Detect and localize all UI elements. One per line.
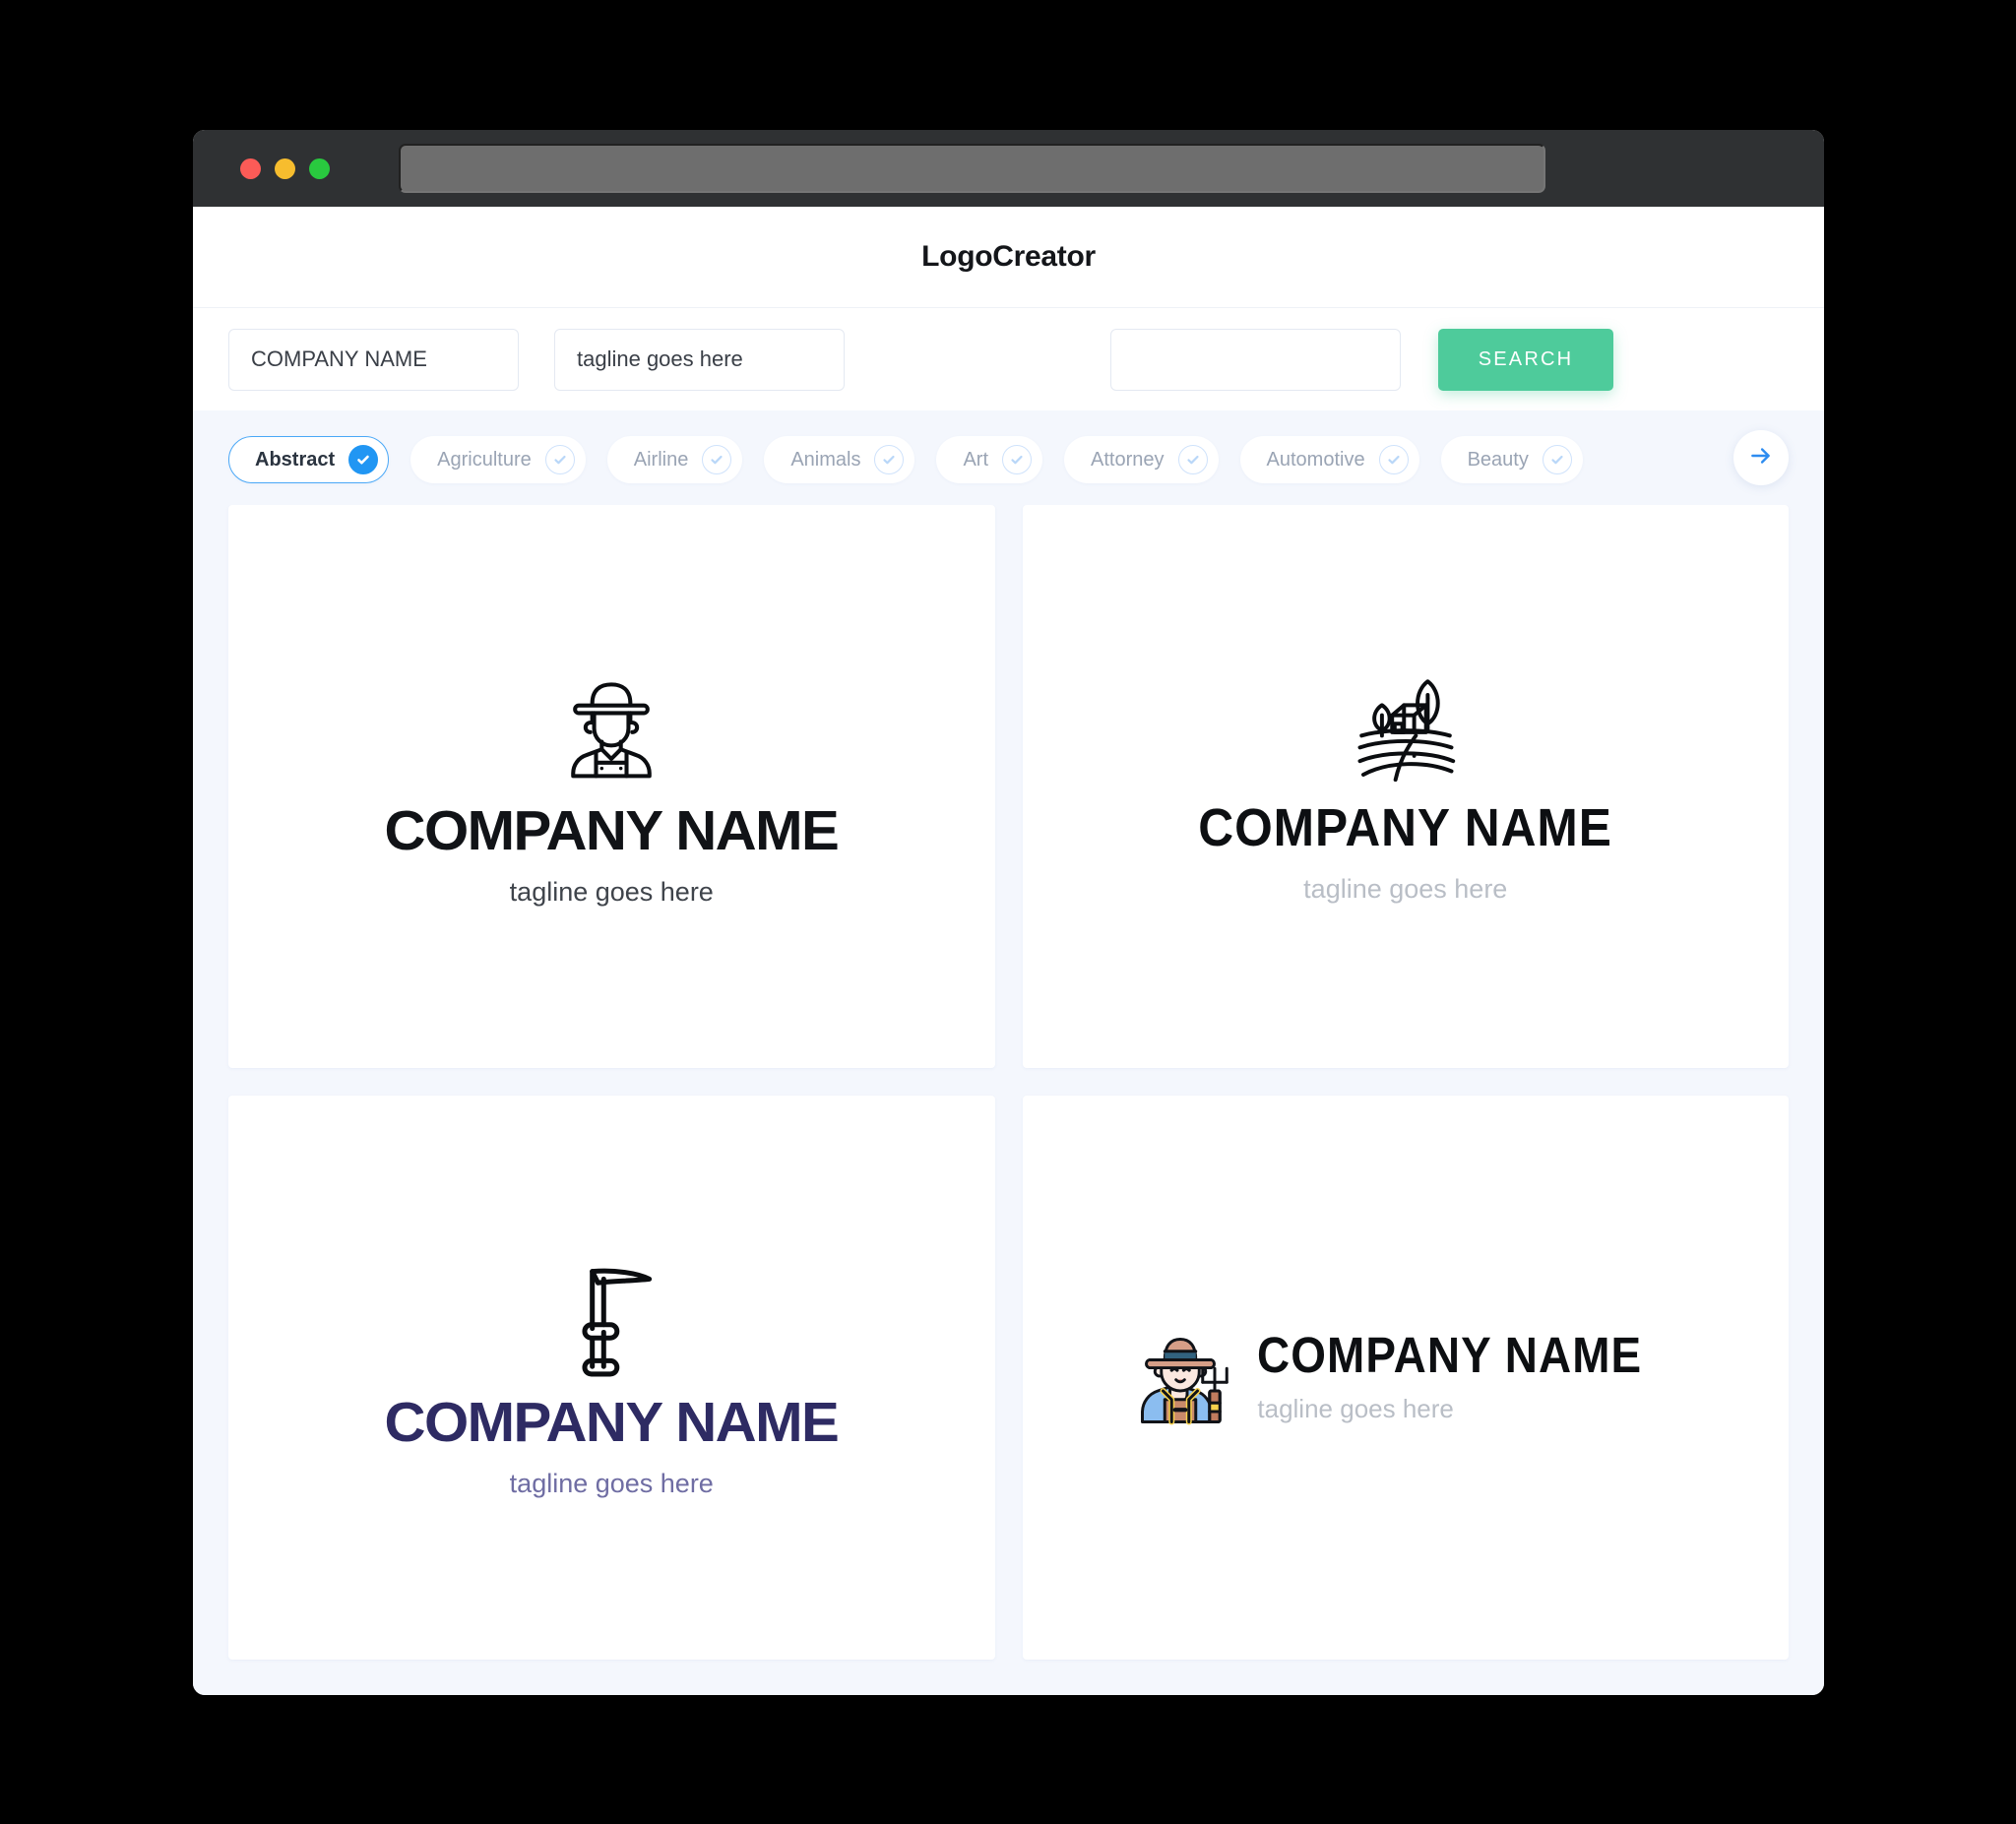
check-icon: [1542, 445, 1572, 474]
category-chip-label: Agriculture: [437, 448, 532, 471]
company-name-input[interactable]: [228, 328, 519, 391]
app-header: LogoCreator: [193, 207, 1824, 308]
arrow-right-icon: [1748, 443, 1774, 473]
check-icon: [1177, 445, 1208, 474]
logo-company-name: COMPANY NAME: [384, 798, 840, 862]
farmer-color-icon: [1125, 1322, 1235, 1432]
scythe-icon: [389, 1255, 834, 1379]
logo-preview: COMPANY NAME tagline goes here: [385, 1255, 840, 1499]
farm-landscape-icon: [1180, 667, 1630, 784]
minimize-window-button[interactable]: [275, 157, 295, 179]
check-icon: [874, 445, 905, 474]
screenshot-stage: LogoCreator SEARCH Abstract Agriculture: [0, 0, 2016, 1824]
category-chip-label: Art: [963, 448, 989, 471]
logo-card[interactable]: COMPANY NAME tagline goes here: [228, 1095, 995, 1660]
check-icon: [544, 445, 575, 474]
browser-titlebar: [193, 130, 1824, 207]
next-categories-button[interactable]: [1733, 430, 1789, 485]
logo-preview: COMPANY NAME tagline goes here: [1125, 1322, 1685, 1432]
check-icon: [702, 445, 732, 474]
logo-company-name: COMPANY NAME: [1198, 798, 1612, 858]
search-button[interactable]: SEARCH: [1438, 328, 1613, 391]
logo-tagline: tagline goes here: [1303, 874, 1508, 905]
search-bar: SEARCH: [193, 308, 1824, 410]
maximize-window-button[interactable]: [309, 157, 330, 179]
logo-company-name: COMPANY NAME: [1257, 1327, 1643, 1384]
category-chip-automotive[interactable]: Automotive: [1239, 436, 1419, 483]
category-chip-label: Beauty: [1467, 448, 1529, 471]
logo-card[interactable]: COMPANY NAME tagline goes here: [228, 505, 995, 1068]
category-chip-attorney[interactable]: Attorney: [1064, 436, 1219, 483]
check-icon: [1002, 445, 1033, 474]
category-filter-bar: Abstract Agriculture Airline Animals Art…: [193, 410, 1824, 505]
logo-text-block: COMPANY NAME tagline goes here: [1257, 1330, 1685, 1424]
keyword-input[interactable]: [1110, 328, 1401, 391]
category-chip-label: Abstract: [255, 448, 336, 471]
logo-preview: COMPANY NAME tagline goes here: [1180, 667, 1630, 905]
close-window-button[interactable]: [240, 157, 261, 179]
category-chip-beauty[interactable]: Beauty: [1440, 436, 1583, 483]
category-chip-label: Automotive: [1266, 448, 1365, 471]
logo-tagline: tagline goes here: [1257, 1394, 1454, 1424]
logo-tagline: tagline goes here: [509, 1469, 714, 1499]
farmer-outline-icon: [389, 665, 834, 787]
check-icon: [1378, 445, 1409, 474]
logo-card[interactable]: COMPANY NAME tagline goes here: [1022, 1095, 1789, 1660]
logo-company-name: COMPANY NAME: [384, 1391, 840, 1455]
traffic-lights: [240, 157, 330, 179]
category-chip-label: Attorney: [1091, 448, 1165, 471]
tagline-input[interactable]: [554, 328, 845, 391]
category-chip-art[interactable]: Art: [936, 436, 1043, 483]
category-chip-abstract[interactable]: Abstract: [228, 436, 390, 483]
logo-preview: COMPANY NAME tagline goes here: [385, 665, 840, 908]
category-chip-airline[interactable]: Airline: [606, 436, 743, 483]
category-chip-label: Animals: [790, 448, 861, 471]
category-chip-list: Abstract Agriculture Airline Animals Art…: [228, 436, 1789, 483]
page-title: LogoCreator: [921, 240, 1096, 273]
logo-results-grid: COMPANY NAME tagline goes here COMPANY N…: [193, 505, 1824, 1695]
check-icon: [348, 445, 379, 474]
url-bar[interactable]: [399, 144, 1545, 193]
category-chip-label: Airline: [633, 448, 689, 471]
category-chip-animals[interactable]: Animals: [764, 436, 915, 483]
category-chip-agriculture[interactable]: Agriculture: [410, 436, 586, 483]
logo-tagline: tagline goes here: [509, 876, 714, 907]
browser-window: LogoCreator SEARCH Abstract Agriculture: [193, 130, 1824, 1695]
logo-card[interactable]: COMPANY NAME tagline goes here: [1022, 505, 1789, 1068]
